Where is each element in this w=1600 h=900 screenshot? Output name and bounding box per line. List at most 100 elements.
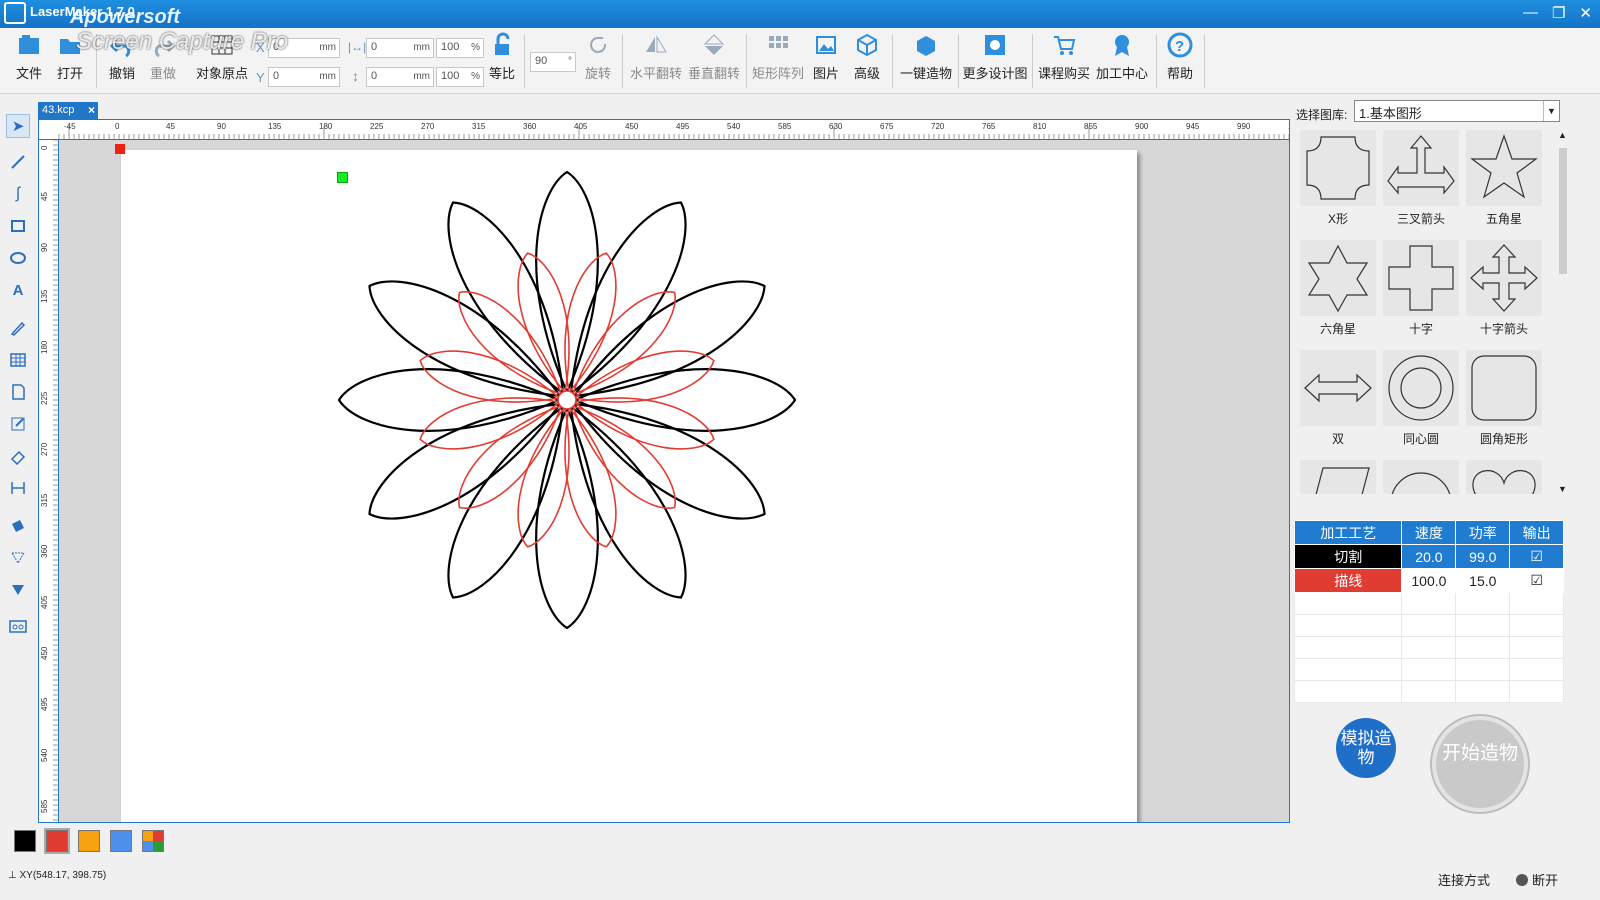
color-swatch-blue[interactable]	[110, 830, 132, 852]
outer-petal	[573, 402, 766, 520]
scroll-down-icon[interactable]: ▼	[1558, 484, 1567, 494]
table-row	[1293, 680, 1564, 703]
rotate-button[interactable]: 旋转	[582, 28, 614, 94]
maximize-icon[interactable]: ❐	[1552, 4, 1565, 22]
rectangle-tool[interactable]	[6, 214, 30, 238]
image-button[interactable]: 图片	[810, 28, 842, 94]
shape-cross[interactable]: 十字	[1383, 240, 1459, 344]
shape-double-arrow[interactable]: 双	[1300, 350, 1376, 454]
shape-x[interactable]: X形	[1300, 130, 1376, 234]
shape-circle[interactable]	[1383, 460, 1459, 494]
file-button[interactable]: 文件	[10, 28, 48, 94]
start-button[interactable]: 开始造物	[1432, 716, 1528, 812]
undo-button[interactable]: 撤销	[104, 28, 140, 94]
outer-petal	[573, 280, 766, 398]
horizontal-flip-button[interactable]: 水平翻转	[628, 28, 684, 94]
connection-mode[interactable]: 连接方式	[1438, 870, 1490, 889]
height-percent-field[interactable]: 100%	[436, 67, 484, 87]
redo-button[interactable]: 重做	[145, 28, 181, 94]
ruler-label: 270	[40, 442, 49, 456]
process-name[interactable]: 描线	[1293, 568, 1403, 593]
laser-position-marker[interactable]	[337, 172, 348, 183]
vertical-flip-button[interactable]: 垂直翻转	[686, 28, 742, 94]
table-tool[interactable]	[6, 348, 30, 372]
parallelogram-icon	[1315, 467, 1370, 494]
color-swatch-red[interactable]	[46, 830, 68, 852]
shape-six-star[interactable]: 六角星	[1300, 240, 1376, 344]
shape-concentric-circle[interactable]: 同心圆	[1383, 350, 1459, 454]
document-tab[interactable]: 43.kcp ×	[38, 102, 98, 119]
advanced-button[interactable]: 高级	[850, 28, 884, 94]
camera-tool[interactable]	[6, 614, 30, 638]
select-tool[interactable]: ➤	[6, 114, 30, 138]
tab-close-icon[interactable]: ×	[88, 103, 95, 117]
close-icon[interactable]: ✕	[1579, 4, 1592, 22]
ruler-label: 225	[40, 391, 49, 405]
buy-course-button[interactable]: 课程购买	[1036, 28, 1092, 94]
bottom-bar: ⊥ XY(548.17, 398.75) 连接方式 断开	[0, 826, 1600, 900]
ruler-label: 315	[40, 493, 49, 507]
app-icon	[4, 2, 26, 24]
table-row[interactable]: 描线 100.0 15.0 ☑	[1293, 568, 1564, 593]
output-checkbox[interactable]: ☑	[1509, 568, 1564, 593]
speed-cell[interactable]: 20.0	[1401, 544, 1457, 569]
help-button[interactable]: ? 帮助	[1162, 28, 1198, 94]
text-tool[interactable]: A	[6, 278, 30, 302]
simulate-button[interactable]: 模拟造物	[1336, 718, 1396, 778]
shape-cross-arrow[interactable]: 十字箭头	[1466, 240, 1542, 344]
canvas-area[interactable]: -45 0 45 90 135 180 225 270 315 360 405 450 495 540 58…	[38, 119, 1290, 823]
x-position-field[interactable]: 0 mm	[268, 38, 340, 58]
output-checkbox[interactable]: ☑	[1509, 544, 1564, 569]
measure-tool[interactable]	[6, 476, 30, 500]
shape-trident-arrow[interactable]: 三叉箭头	[1383, 130, 1459, 234]
ruler-label: 540	[40, 748, 49, 762]
distribute-tool[interactable]	[6, 546, 30, 570]
more-designs-button[interactable]: 更多设计图	[962, 28, 1028, 94]
color-swatch-black[interactable]	[14, 830, 36, 852]
power-cell[interactable]: 99.0	[1455, 544, 1511, 569]
scrollbar-thumb[interactable]	[1559, 148, 1567, 274]
width-field[interactable]: 0 mm	[366, 38, 434, 58]
shape-rounded-rect[interactable]: 圆角矩形	[1466, 350, 1542, 454]
minimize-icon[interactable]: —	[1523, 4, 1538, 22]
table-row[interactable]: 切割 20.0 99.0 ☑	[1293, 544, 1564, 569]
power-cell[interactable]: 15.0	[1455, 568, 1511, 593]
color-swatch-orange[interactable]	[78, 830, 100, 852]
shape-five-star[interactable]: 五角星	[1466, 130, 1542, 234]
rotate-angle-field[interactable]: 90 °	[530, 52, 576, 72]
shape-heart[interactable]	[1466, 460, 1542, 494]
main-toolbar: 文件 打开 撤销 重做 对象原点 X Y 0 mm 0 mm |↔| ↕ 0 mm 0…	[0, 28, 1600, 94]
pen-tool[interactable]	[6, 316, 30, 340]
page-icon	[12, 384, 25, 400]
fill-tool[interactable]	[6, 514, 30, 538]
rect-array-button[interactable]: 矩形阵列	[750, 28, 806, 94]
library-select[interactable]: 1.基本图形 ▼	[1354, 100, 1560, 122]
shape-parallelogram[interactable]	[1300, 460, 1376, 494]
height-field[interactable]: 0 mm	[366, 67, 434, 87]
chevron-down-icon: ▼	[1543, 101, 1559, 121]
one-key-make-button[interactable]: 一键造物	[898, 28, 954, 94]
curve-tool[interactable]: ʃ	[6, 182, 30, 206]
ellipse-tool[interactable]	[6, 246, 30, 270]
scroll-up-icon[interactable]: ▲	[1558, 130, 1567, 140]
width-percent-field[interactable]: 100%	[436, 38, 484, 58]
edit-tool[interactable]	[6, 412, 30, 436]
eraser-tool[interactable]	[6, 444, 30, 468]
gallery-scrollbar[interactable]: ▲ ▼	[1556, 130, 1570, 494]
coordinate-readout: ⊥ XY(548.17, 398.75)	[8, 870, 107, 881]
line-tool[interactable]	[6, 150, 30, 174]
object-origin-button[interactable]: 对象原点	[194, 28, 250, 94]
open-button[interactable]: 打开	[52, 28, 88, 94]
process-center-button[interactable]: 加工中心	[1094, 28, 1150, 94]
flower-drawing[interactable]	[121, 150, 1137, 823]
work-area[interactable]	[121, 150, 1137, 823]
align-tool[interactable]	[6, 578, 30, 602]
proportional-button[interactable]: 等比	[486, 28, 518, 94]
speed-cell[interactable]: 100.0	[1401, 568, 1457, 593]
y-position-field[interactable]: 0 mm	[268, 67, 340, 87]
col-power: 功率	[1455, 520, 1511, 545]
connection-status: 断开	[1516, 870, 1558, 889]
color-swatch-multi[interactable]	[142, 830, 164, 852]
process-name[interactable]: 切割	[1293, 544, 1403, 569]
page-tool[interactable]	[6, 380, 30, 404]
